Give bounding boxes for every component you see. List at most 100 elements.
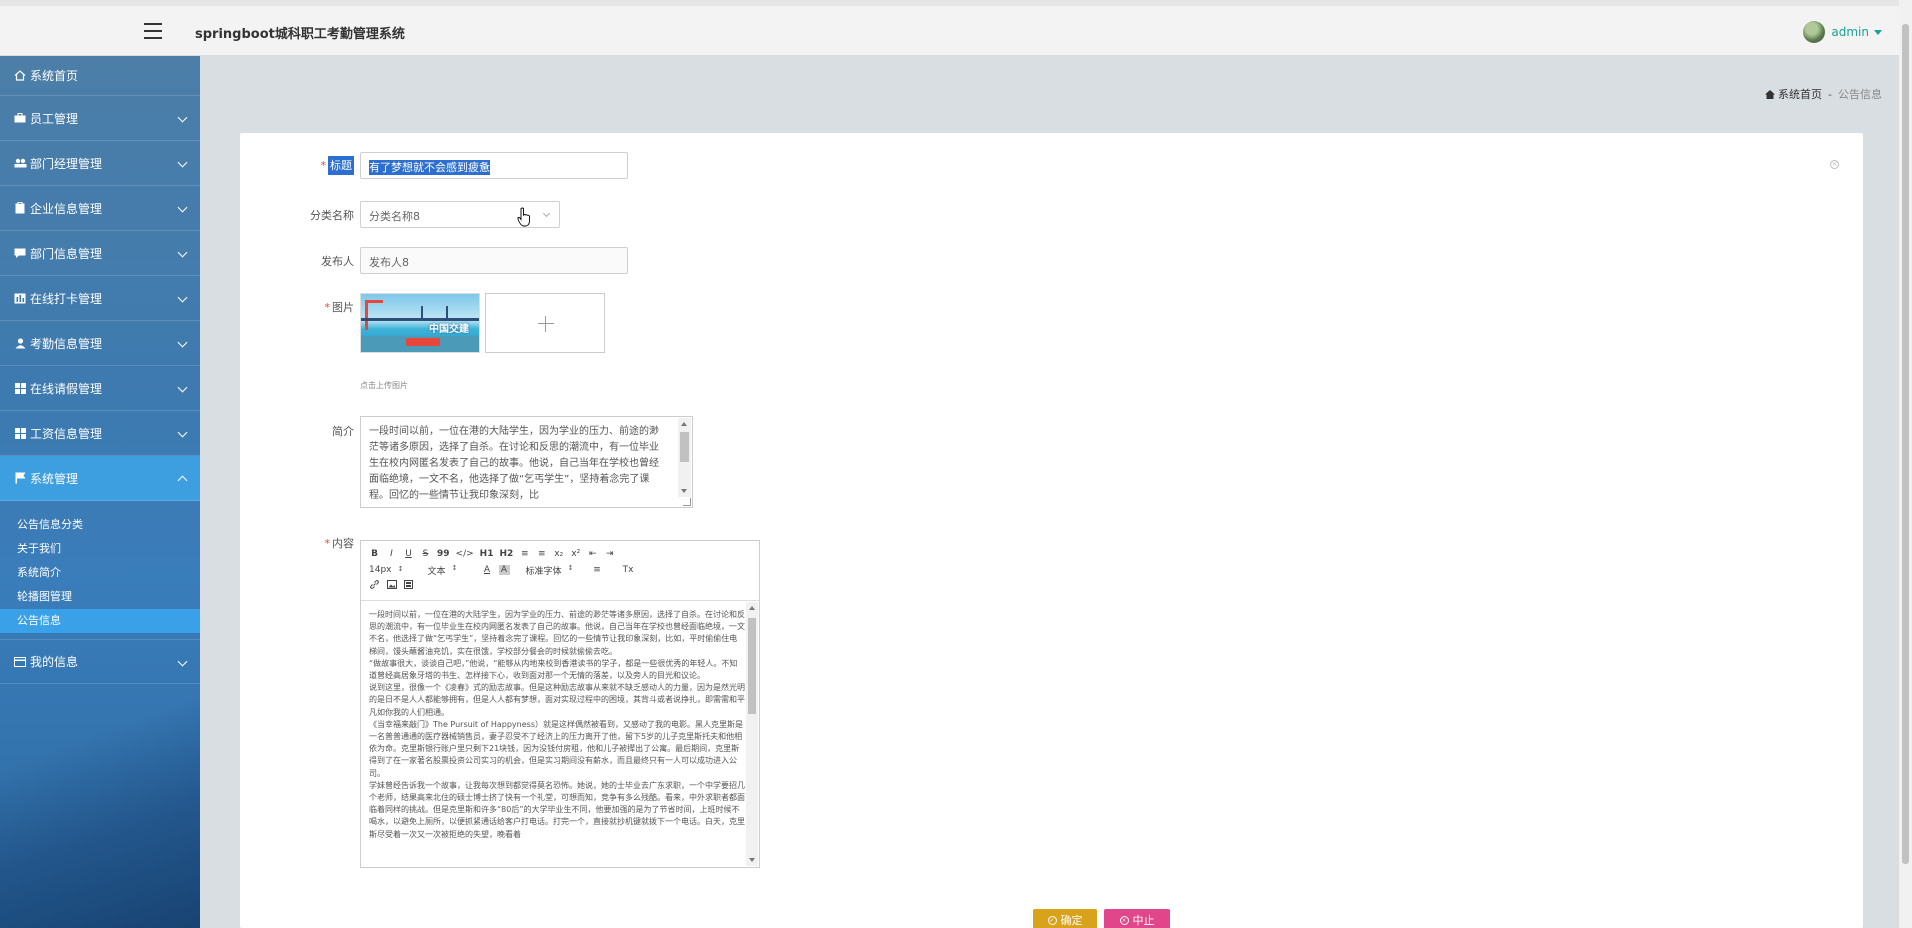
chevron-down-icon xyxy=(177,202,188,213)
editor-content[interactable]: 一段时间以前，一位在港的大陆学生，因为学业的压力、前途的渺茫等诸多原因，选择了自… xyxy=(361,601,759,867)
subscript-icon[interactable]: x₂ xyxy=(553,549,564,559)
outdent-icon[interactable]: ⇤ xyxy=(587,549,598,559)
bold-icon[interactable]: B xyxy=(369,549,380,559)
check-circle-icon: ✓ xyxy=(1047,915,1057,925)
clipboard-icon xyxy=(13,202,27,214)
superscript-icon[interactable]: x² xyxy=(570,549,581,559)
form-card: × * 标题 有了梦想就不会感到疲惫 分类名称 分类名称8 发布人 发布人8 * 图… xyxy=(240,133,1863,928)
sidebar-item-label: 在线打卡管理 xyxy=(30,291,103,306)
code-icon[interactable]: </> xyxy=(456,549,474,559)
breadcrumb-home[interactable]: 系统首页 xyxy=(1778,86,1822,102)
sub-item-intro[interactable]: 系统简介 xyxy=(0,561,200,585)
sidebar-item-label: 部门信息管理 xyxy=(30,246,103,261)
scrollbar[interactable] xyxy=(678,418,691,497)
home-icon xyxy=(13,70,27,82)
image-icon[interactable] xyxy=(386,580,397,592)
chevron-down-icon xyxy=(177,382,188,393)
avatar xyxy=(1803,21,1826,43)
sidebar-item-manager[interactable]: 部门经理管理 xyxy=(0,141,200,186)
title-label: * 标题 xyxy=(240,156,354,175)
chart-icon xyxy=(13,292,27,304)
sub-item-notice-category[interactable]: 公告信息分类 xyxy=(0,513,200,537)
image-caption: 中国交建 xyxy=(429,324,469,335)
link-icon[interactable] xyxy=(369,580,380,592)
font-color-icon[interactable]: A xyxy=(482,565,493,575)
chevron-down-icon xyxy=(177,292,188,303)
italic-icon[interactable]: I xyxy=(386,549,397,559)
sidebar-item-label: 我的信息 xyxy=(30,655,79,669)
caret-down-icon xyxy=(1874,29,1882,35)
sub-item-carousel[interactable]: 轮播图管理 xyxy=(0,585,200,609)
chevron-down-icon xyxy=(177,656,188,667)
system-submenu: 公告信息分类 关于我们 系统简介 轮播图管理 公告信息 xyxy=(0,501,200,639)
ordered-list-icon[interactable]: ≡ xyxy=(519,549,530,559)
chevron-down-icon xyxy=(177,337,188,348)
sidebar-item-attendance[interactable]: 考勤信息管理 xyxy=(0,321,200,366)
grid-icon xyxy=(13,382,27,394)
heading1-icon[interactable]: H1 xyxy=(480,549,494,559)
chevron-down-icon xyxy=(542,209,551,218)
sidebar-item-clockin[interactable]: 在线打卡管理 xyxy=(0,276,200,321)
resize-handle[interactable] xyxy=(683,498,691,506)
underline-icon[interactable]: U xyxy=(403,549,414,559)
sub-item-notice[interactable]: 公告信息 xyxy=(0,609,200,633)
sidebar-item-profile[interactable]: 我的信息 xyxy=(0,639,200,684)
format-select[interactable]: 文本 xyxy=(428,564,458,577)
chevron-down-icon xyxy=(177,112,188,123)
home-icon xyxy=(1765,89,1776,99)
chat-icon xyxy=(13,247,27,259)
close-icon[interactable]: × xyxy=(1830,160,1839,169)
sidebar-item-label: 考勤信息管理 xyxy=(30,336,103,351)
uploaded-image[interactable]: 中国交建 xyxy=(360,293,480,353)
close-circle-icon: × xyxy=(1119,915,1129,925)
publisher-input[interactable]: 发布人8 xyxy=(360,247,628,274)
cancel-button[interactable]: × 中止 xyxy=(1104,909,1170,928)
group-icon xyxy=(13,157,27,169)
app-title: springboot城科职工考勤管理系统 xyxy=(195,27,405,42)
quote-icon[interactable]: 99 xyxy=(437,549,450,559)
hand-cursor-icon xyxy=(517,207,530,227)
confirm-button[interactable]: ✓ 确定 xyxy=(1033,909,1097,928)
scrollbar[interactable] xyxy=(746,602,758,866)
sidebar-item-company[interactable]: 企业信息管理 xyxy=(0,186,200,231)
flag-icon xyxy=(13,472,27,484)
sidebar-item-label: 系统管理 xyxy=(30,471,79,486)
user-icon xyxy=(13,337,27,349)
sidebar-item-label: 在线请假管理 xyxy=(30,381,103,396)
sidebar-item-leave[interactable]: 在线请假管理 xyxy=(0,366,200,411)
align-icon[interactable]: ≡ xyxy=(592,565,603,575)
video-icon[interactable] xyxy=(403,580,414,592)
font-size-select[interactable]: 14px xyxy=(369,565,404,575)
user-menu[interactable]: admin xyxy=(1803,21,1882,43)
briefcase-icon xyxy=(13,112,27,124)
clear-format-icon[interactable]: Tx xyxy=(623,565,634,575)
sidebar-item-label: 系统首页 xyxy=(30,69,79,83)
page-scrollbar[interactable] xyxy=(1899,0,1912,928)
sidebar-item-home[interactable]: 系统首页 xyxy=(0,56,200,96)
rich-text-editor: B I U S 99 </> H1 H2 ≡ ≡ x₂ x² ⇤ ⇥ 14px … xyxy=(360,540,760,868)
background-color-icon[interactable]: A xyxy=(498,565,510,575)
chevron-up-icon xyxy=(177,475,188,486)
sidebar-item-employee[interactable]: 员工管理 xyxy=(0,96,200,141)
sidebar-item-department[interactable]: 部门信息管理 xyxy=(0,231,200,276)
menu-toggle-icon[interactable] xyxy=(144,23,162,39)
upload-hint: 点击上传图片 xyxy=(360,381,408,390)
category-label: 分类名称 xyxy=(310,209,354,222)
sub-item-about[interactable]: 关于我们 xyxy=(0,537,200,561)
chevron-down-icon xyxy=(177,427,188,438)
title-input[interactable]: 有了梦想就不会感到疲惫 xyxy=(360,152,628,179)
sidebar-item-label: 企业信息管理 xyxy=(30,201,103,216)
upload-button[interactable] xyxy=(485,293,605,353)
sidebar-item-label: 员工管理 xyxy=(30,111,79,126)
indent-icon[interactable]: ⇥ xyxy=(604,549,615,559)
strike-icon[interactable]: S xyxy=(420,549,431,559)
sidebar-item-system[interactable]: 系统管理 xyxy=(0,456,200,501)
font-family-select[interactable]: 标准字体 xyxy=(526,564,574,577)
image-label: * 图片 xyxy=(324,301,355,314)
sidebar-item-salary[interactable]: 工资信息管理 xyxy=(0,411,200,456)
sidebar-item-label: 工资信息管理 xyxy=(30,426,103,441)
card-icon xyxy=(13,656,27,668)
intro-textarea[interactable]: 一段时间以前，一位在港的大陆学生，因为学业的压力、前途的渺茫等诸多原因，选择了自… xyxy=(360,416,693,508)
heading2-icon[interactable]: H2 xyxy=(499,549,513,559)
bullet-list-icon[interactable]: ≡ xyxy=(536,549,547,559)
